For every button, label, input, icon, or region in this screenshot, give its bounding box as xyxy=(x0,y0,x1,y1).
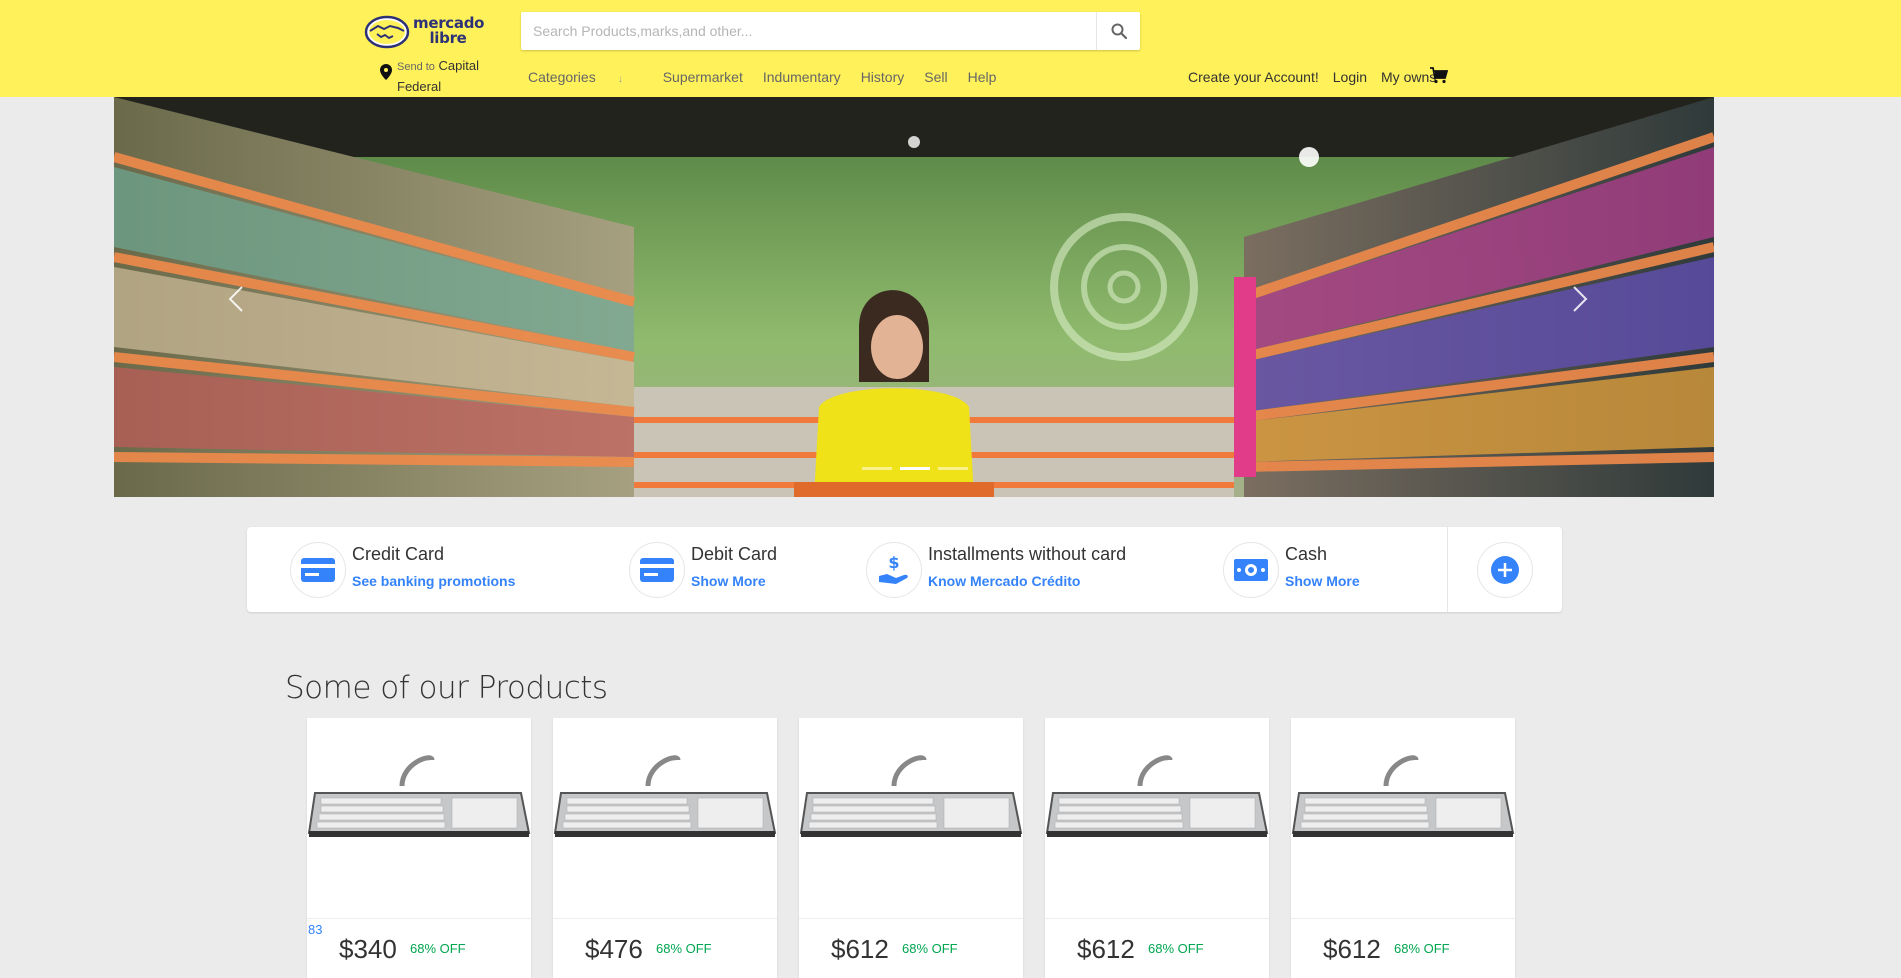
keyboard-image xyxy=(1291,718,1515,919)
carousel-dot-3[interactable] xyxy=(938,467,968,470)
keyboard-image xyxy=(1045,718,1269,919)
keyboard-image xyxy=(307,718,531,919)
cash-show-more-link[interactable]: Show More xyxy=(1285,573,1360,589)
supermarket-hero-image xyxy=(114,97,1714,497)
product-tag: 83 xyxy=(308,922,323,937)
svg-text:$: $ xyxy=(888,553,899,572)
hero-banner xyxy=(114,97,1714,497)
product-price: $612 xyxy=(1077,934,1135,964)
user-nav: Create your Account! Login My owns xyxy=(1188,69,1450,85)
product-discount: 68% OFF xyxy=(410,941,466,956)
search-icon xyxy=(1111,23,1127,39)
cart-icon[interactable] xyxy=(1430,67,1448,84)
debit-card-icon xyxy=(629,542,685,598)
search-bar xyxy=(521,12,1140,50)
see-banking-promotions-link[interactable]: See banking promotions xyxy=(352,573,515,589)
location-pin-icon xyxy=(380,64,392,80)
products-section-title: Some of our Products xyxy=(285,670,608,706)
nav-categories-label: Categories xyxy=(528,69,596,85)
product-card[interactable]: $612 68% OFF xyxy=(1291,718,1515,978)
product-price: $340 xyxy=(339,934,397,964)
carousel-next-button[interactable] xyxy=(1564,279,1594,319)
main-nav: Categories ↓ Supermarket Indumentary Hist… xyxy=(528,69,1016,85)
search-input[interactable] xyxy=(521,12,1081,50)
plus-icon xyxy=(1491,556,1519,584)
credit-card-title: Credit Card xyxy=(352,544,445,564)
nav-categories[interactable]: Categories ↓ xyxy=(528,69,643,85)
handshake-logo-icon xyxy=(364,15,410,49)
product-price: $612 xyxy=(831,934,889,964)
cash-icon xyxy=(1223,542,1279,598)
product-card[interactable]: $476 68% OFF xyxy=(553,718,777,978)
arrow-down-icon: ↓ xyxy=(617,74,623,85)
product-price: $612 xyxy=(1323,934,1381,964)
credit-card-icon xyxy=(290,542,346,598)
carousel-prev-button[interactable] xyxy=(222,279,252,319)
installments-title: Installments without card xyxy=(928,544,1127,564)
more-payment-methods-button[interactable] xyxy=(1477,542,1533,598)
nav-help[interactable]: Help xyxy=(968,69,997,85)
my-owns-link[interactable]: My owns xyxy=(1381,69,1436,85)
chevron-right-icon xyxy=(1573,286,1588,312)
nav-supermarket[interactable]: Supermarket xyxy=(663,69,743,85)
logo-text: mercado libre xyxy=(413,14,485,47)
search-button[interactable] xyxy=(1096,12,1140,50)
create-account-link[interactable]: Create your Account! xyxy=(1188,69,1319,85)
carousel-dot-2[interactable] xyxy=(900,467,930,470)
know-mercado-credito-link[interactable]: Know Mercado Crédito xyxy=(928,573,1080,589)
nav-history[interactable]: History xyxy=(861,69,905,85)
send-to-label: Send to xyxy=(397,61,435,73)
debit-card-show-more-link[interactable]: Show More xyxy=(691,573,766,589)
chevron-left-icon xyxy=(228,286,243,312)
product-discount: 68% OFF xyxy=(1148,941,1204,956)
payment-methods-strip: Credit Card See banking promotions Debit… xyxy=(247,527,1562,612)
keyboard-image xyxy=(553,718,777,919)
mercado-libre-logo[interactable]: mercado libre xyxy=(364,14,485,51)
cash-title: Cash xyxy=(1285,544,1328,564)
payment-divider xyxy=(1447,527,1448,612)
product-card[interactable]: $612 68% OFF xyxy=(1045,718,1269,978)
nav-sell[interactable]: Sell xyxy=(924,69,947,85)
debit-card-title: Debit Card xyxy=(691,544,778,564)
product-price: $476 xyxy=(585,934,643,964)
carousel-dot-1[interactable] xyxy=(862,467,892,470)
login-link[interactable]: Login xyxy=(1333,69,1367,85)
product-discount: 68% OFF xyxy=(656,941,712,956)
keyboard-image xyxy=(799,718,1023,919)
nav-indumentary[interactable]: Indumentary xyxy=(763,69,841,85)
hand-money-icon: $ xyxy=(866,542,922,598)
product-discount: 68% OFF xyxy=(1394,941,1450,956)
product-discount: 68% OFF xyxy=(902,941,958,956)
product-card[interactable]: $612 68% OFF xyxy=(799,718,1023,978)
carousel-indicators xyxy=(862,467,968,470)
product-card[interactable]: 83 $340 68% OFF xyxy=(307,718,531,978)
header: mercado libre Send to Capital Federal Ca… xyxy=(0,0,1901,97)
